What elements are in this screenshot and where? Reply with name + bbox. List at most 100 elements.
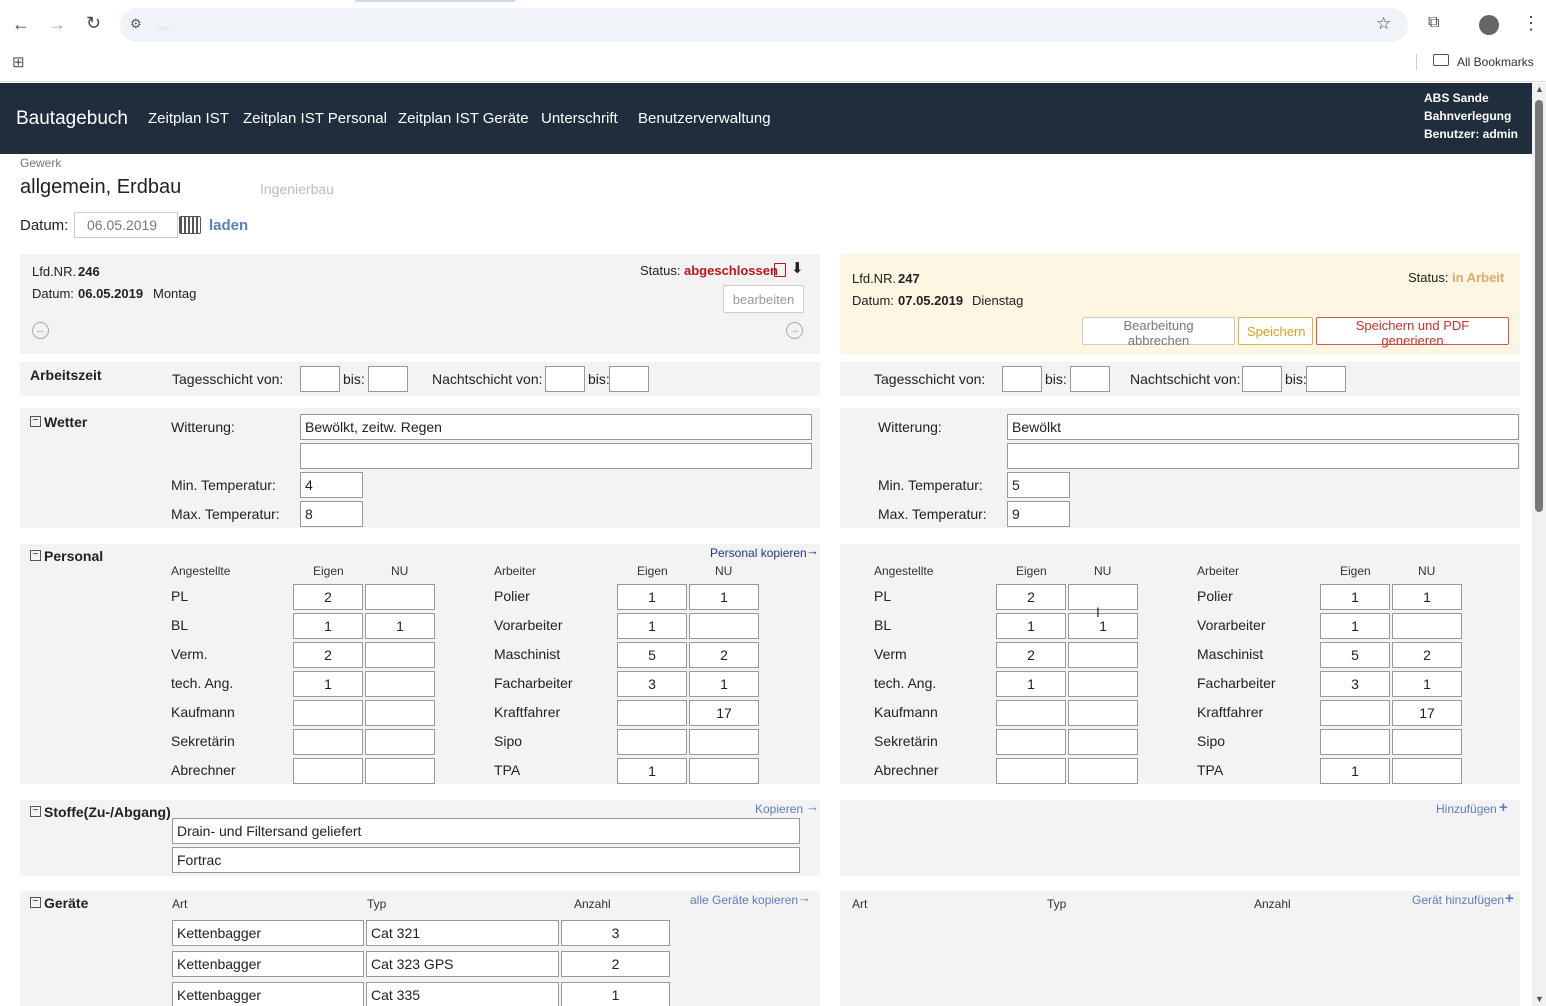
- arbeiter-nu-input[interactable]: [689, 758, 759, 784]
- cancel-edit-button[interactable]: Bearbeitung abbrechen: [1082, 317, 1235, 348]
- arbeiter-eigen-input[interactable]: [1320, 584, 1390, 610]
- scroll-up-icon[interactable]: ▲: [1535, 84, 1544, 94]
- arbeiter-eigen-input[interactable]: [617, 613, 687, 639]
- nav-zeitplan-ist[interactable]: Zeitplan IST: [148, 110, 229, 127]
- personal-copy-link[interactable]: Personal kopieren: [710, 546, 807, 560]
- geraet-anzahl-input[interactable]: [561, 982, 670, 1006]
- save-button[interactable]: Speichern: [1238, 317, 1313, 345]
- stoffe-add-plus-icon[interactable]: +: [1499, 799, 1508, 816]
- geraet-typ-input[interactable]: [366, 951, 559, 977]
- arbeiter-eigen-input[interactable]: [617, 642, 687, 668]
- arbeiter-nu-input[interactable]: [1392, 758, 1462, 784]
- forward-icon[interactable]: →: [48, 14, 66, 35]
- stoffe-copy-arrow-icon[interactable]: →: [806, 799, 819, 814]
- angestellte-eigen-input[interactable]: [293, 671, 363, 697]
- geraet-anzahl-input[interactable]: [561, 920, 670, 946]
- back-icon[interactable]: ←: [12, 14, 30, 35]
- stoffe-add-link[interactable]: Hinzufügen: [1436, 802, 1497, 816]
- arbeiter-nu-input[interactable]: [689, 642, 759, 668]
- angestellte-eigen-input[interactable]: [293, 700, 363, 726]
- stoffe-copy-link[interactable]: Kopieren: [755, 802, 803, 816]
- nav-benutzerverwaltung[interactable]: Benutzerverwaltung: [638, 110, 771, 127]
- angestellte-eigen-input[interactable]: [293, 758, 363, 784]
- arbeiter-eigen-input[interactable]: [1320, 758, 1390, 784]
- right-min-input[interactable]: [1007, 472, 1070, 498]
- right-nacht-to[interactable]: [1306, 366, 1346, 392]
- pdf-icon[interactable]: [774, 263, 786, 277]
- angestellte-eigen-input[interactable]: [293, 642, 363, 668]
- angestellte-nu-input[interactable]: [1068, 758, 1138, 784]
- address-bar[interactable]: [120, 8, 1408, 42]
- stoffe-collapse-icon[interactable]: −: [30, 806, 41, 817]
- geraete-copy-arrow-icon[interactable]: →: [798, 890, 811, 905]
- wetter-collapse-icon[interactable]: −: [30, 416, 41, 427]
- geraet-art-input[interactable]: [172, 920, 364, 946]
- left-witterung-input-2[interactable]: [300, 443, 812, 469]
- all-bookmarks-label[interactable]: All Bookmarks: [1457, 55, 1534, 69]
- right-nacht-from[interactable]: [1242, 366, 1282, 392]
- angestellte-nu-input[interactable]: [365, 758, 435, 784]
- arbeiter-nu-input[interactable]: [689, 700, 759, 726]
- browser-menu-icon[interactable]: ⋮: [1522, 13, 1540, 34]
- arbeiter-nu-input[interactable]: [1392, 700, 1462, 726]
- angestellte-eigen-input[interactable]: [996, 613, 1066, 639]
- left-nacht-from[interactable]: [545, 366, 585, 392]
- arbeiter-nu-input[interactable]: [1392, 584, 1462, 610]
- arbeiter-eigen-input[interactable]: [1320, 613, 1390, 639]
- angestellte-nu-input[interactable]: [1068, 729, 1138, 755]
- geraete-collapse-icon[interactable]: −: [30, 897, 41, 908]
- profile-avatar[interactable]: [1479, 15, 1499, 35]
- angestellte-nu-input[interactable]: [1068, 671, 1138, 697]
- arbeiter-eigen-input[interactable]: [617, 671, 687, 697]
- right-tag-to[interactable]: [1070, 366, 1110, 392]
- personal-copy-arrow-icon[interactable]: →: [806, 543, 819, 558]
- angestellte-eigen-input[interactable]: [996, 671, 1066, 697]
- angestellte-nu-input[interactable]: [1068, 642, 1138, 668]
- apps-grid-icon[interactable]: ⊞: [12, 53, 25, 71]
- left-edit-button[interactable]: bearbeiten: [723, 285, 804, 313]
- angestellte-eigen-input[interactable]: [996, 729, 1066, 755]
- left-tag-to[interactable]: [368, 366, 408, 392]
- arbeiter-nu-input[interactable]: [689, 729, 759, 755]
- angestellte-eigen-input[interactable]: [293, 729, 363, 755]
- personal-collapse-icon[interactable]: −: [30, 550, 41, 561]
- stoffe-item[interactable]: [172, 818, 800, 844]
- left-max-input[interactable]: [300, 501, 363, 527]
- angestellte-eigen-input[interactable]: [293, 613, 363, 639]
- arbeiter-eigen-input[interactable]: [1320, 729, 1390, 755]
- geraet-typ-input[interactable]: [366, 982, 559, 1006]
- arbeiter-nu-input[interactable]: [689, 671, 759, 697]
- calendar-icon[interactable]: [179, 216, 201, 234]
- laden-link[interactable]: laden: [209, 217, 248, 234]
- angestellte-nu-input[interactable]: [365, 642, 435, 668]
- arbeiter-nu-input[interactable]: [689, 613, 759, 639]
- angestellte-nu-input[interactable]: [365, 671, 435, 697]
- angestellte-eigen-input[interactable]: [996, 758, 1066, 784]
- arbeiter-nu-input[interactable]: [1392, 642, 1462, 668]
- arbeiter-eigen-input[interactable]: [1320, 642, 1390, 668]
- gewerk-other[interactable]: Ingenierbau: [260, 181, 334, 197]
- angestellte-nu-input[interactable]: [365, 584, 435, 610]
- stoffe-item[interactable]: [172, 847, 800, 873]
- arbeiter-nu-input[interactable]: [1392, 613, 1462, 639]
- arbeiter-eigen-input[interactable]: [1320, 700, 1390, 726]
- angestellte-nu-input[interactable]: [1068, 584, 1138, 610]
- right-tag-from[interactable]: [1002, 366, 1042, 392]
- scroll-down-icon[interactable]: ▼: [1535, 994, 1544, 1004]
- angestellte-nu-input[interactable]: [1068, 613, 1138, 639]
- brand-title[interactable]: Bautagebuch: [16, 108, 128, 130]
- save-pdf-button[interactable]: Speichern und PDF generieren: [1316, 317, 1509, 348]
- angestellte-nu-input[interactable]: [365, 613, 435, 639]
- next-day-icon[interactable]: →: [786, 322, 803, 339]
- arbeiter-nu-input[interactable]: [1392, 671, 1462, 697]
- right-witterung-input-2[interactable]: [1007, 443, 1519, 469]
- url-text[interactable]: ...: [158, 17, 169, 32]
- arbeiter-eigen-input[interactable]: [617, 758, 687, 784]
- angestellte-nu-input[interactable]: [365, 700, 435, 726]
- angestellte-eigen-input[interactable]: [996, 700, 1066, 726]
- arbeiter-nu-input[interactable]: [689, 584, 759, 610]
- right-max-input[interactable]: [1007, 501, 1070, 527]
- angestellte-eigen-input[interactable]: [996, 642, 1066, 668]
- arbeiter-eigen-input[interactable]: [617, 700, 687, 726]
- nav-unterschrift[interactable]: Unterschrift: [541, 110, 618, 127]
